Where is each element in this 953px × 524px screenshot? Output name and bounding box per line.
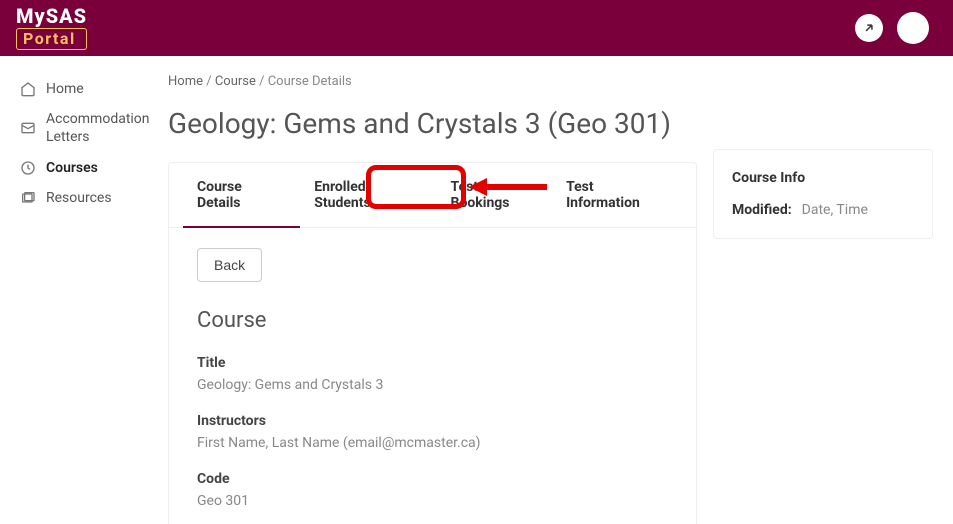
course-info-panel: Course Info Modified: Date, Time	[713, 149, 933, 239]
sidebar: Home Accommodation Letters Courses Resou…	[0, 56, 160, 524]
tab-enrolled-students[interactable]: Enrolled Students	[300, 163, 436, 227]
sidebar-item-home[interactable]: Home	[16, 74, 150, 104]
course-info-heading: Course Info	[732, 170, 914, 186]
course-info-modified-row: Modified: Date, Time	[732, 202, 914, 218]
sidebar-item-courses[interactable]: Courses	[16, 153, 150, 183]
course-card: Course Details Enrolled Students Test Bo…	[168, 162, 697, 524]
card-body: Back Course Title Geology: Gems and Crys…	[169, 228, 696, 524]
field-label: Title	[197, 355, 668, 371]
topbar-right	[855, 12, 929, 44]
field-value: First Name, Last Name (email@mcmaster.ca…	[197, 435, 668, 451]
external-link-icon[interactable]	[855, 14, 883, 42]
user-avatar[interactable]	[897, 12, 929, 44]
logo-line1: MySAS	[16, 6, 87, 26]
content-column: Home / Course / Course Details Geology: …	[168, 74, 697, 524]
modified-value: Date, Time	[802, 202, 868, 218]
main: Home / Course / Course Details Geology: …	[160, 56, 953, 524]
breadcrumb-course[interactable]: Course	[215, 74, 256, 89]
field-instructors: Instructors First Name, Last Name (email…	[197, 413, 668, 451]
sidebar-item-label: Accommodation Letters	[46, 110, 150, 146]
back-button[interactable]: Back	[197, 248, 262, 282]
modified-label: Modified:	[732, 202, 792, 218]
sidebar-item-accommodation[interactable]: Accommodation Letters	[16, 104, 150, 152]
layout: Home Accommodation Letters Courses Resou…	[0, 56, 953, 524]
app-logo[interactable]: MySAS Portal	[16, 6, 87, 50]
tab-test-information[interactable]: Test Information	[552, 163, 682, 227]
sidebar-item-resources[interactable]: Resources	[16, 183, 150, 213]
page-title: Geology: Gems and Crystals 3 (Geo 301)	[168, 107, 697, 140]
home-icon	[20, 81, 36, 97]
sidebar-item-label: Home	[46, 80, 84, 98]
clock-icon	[20, 160, 36, 176]
logo-line2: Portal	[16, 28, 87, 50]
folder-icon	[20, 190, 36, 206]
topbar: MySAS Portal	[0, 0, 953, 56]
field-value: Geology: Gems and Crystals 3	[197, 377, 668, 393]
tabs: Course Details Enrolled Students Test Bo…	[169, 163, 696, 228]
tab-test-bookings[interactable]: Test Bookings	[437, 163, 553, 227]
field-code: Code Geo 301	[197, 471, 668, 509]
field-value: Geo 301	[197, 493, 668, 509]
breadcrumb-home[interactable]: Home	[168, 74, 203, 89]
breadcrumb-current: Course Details	[268, 74, 352, 89]
course-section-heading: Course	[197, 308, 668, 333]
field-label: Instructors	[197, 413, 668, 429]
field-label: Code	[197, 471, 668, 487]
breadcrumb: Home / Course / Course Details	[168, 74, 697, 89]
sidebar-item-label: Courses	[46, 159, 98, 177]
letter-icon	[20, 120, 36, 136]
sidebar-item-label: Resources	[46, 189, 112, 207]
field-title: Title Geology: Gems and Crystals 3	[197, 355, 668, 393]
tab-course-details[interactable]: Course Details	[183, 163, 300, 227]
